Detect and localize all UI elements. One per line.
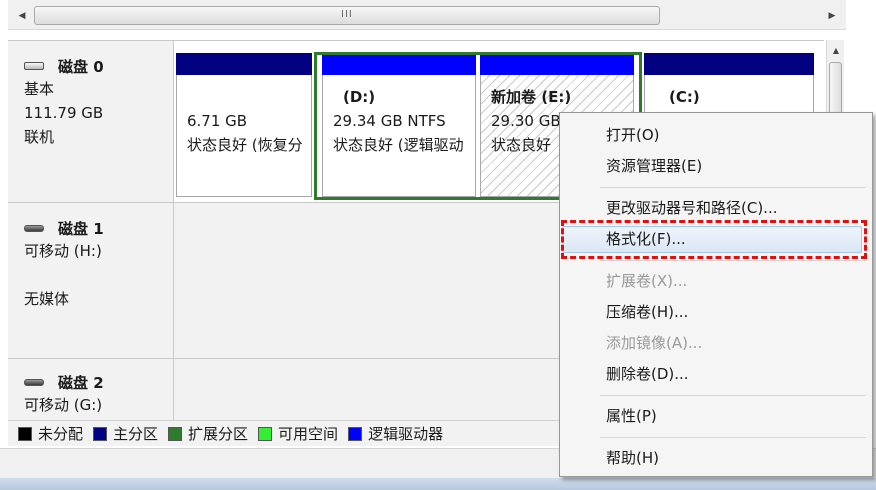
arrow-left-icon[interactable]: ◀	[12, 6, 32, 26]
menu-item-change-drive-letter[interactable]: 更改驱动器号和路径(C)...	[560, 193, 872, 224]
legend-label: 未分配	[38, 425, 84, 443]
taskbar-edge	[0, 478, 876, 490]
disk-type: 可移动 (G:)	[24, 396, 103, 414]
menu-item-extend-volume: 扩展卷(X)...	[606, 272, 688, 290]
legend-item-primary: 主分区	[93, 423, 158, 444]
legend-label: 逻辑驱动器	[368, 425, 444, 443]
arrow-right-icon[interactable]: ▶	[822, 6, 842, 26]
menu-separator	[600, 187, 866, 188]
disk-type: 可移动 (H:)	[24, 242, 102, 260]
menu-item-add-mirror: 添加镜像(A)...	[606, 334, 703, 352]
legend-label: 主分区	[113, 425, 159, 443]
partition-title	[187, 85, 301, 109]
horizontal-scroll-thumb[interactable]: III	[34, 6, 660, 25]
disk-status: 联机	[24, 128, 55, 146]
partition-bar	[480, 53, 634, 75]
legend-label: 扩展分区	[188, 425, 249, 443]
partition-body: 6.71 GB 状态良好 (恢复分	[176, 75, 312, 197]
arrow-up-icon[interactable]: ▲	[827, 42, 845, 60]
partition-status: 状态良好 (逻辑驱动	[333, 136, 464, 154]
legend-item-unallocated: 未分配	[18, 423, 83, 444]
disk-name: 磁盘 0	[58, 57, 104, 76]
partition-title: 新加卷 (E:)	[491, 88, 572, 106]
menu-item-shrink-volume[interactable]: 压缩卷(H)...	[560, 297, 872, 328]
partition-size: 6.71 GB	[187, 112, 248, 130]
legend-swatch	[348, 426, 363, 441]
partition-title: (C:)	[669, 88, 700, 106]
disk-status: 无媒体	[24, 290, 70, 308]
horizontal-scrollbar[interactable]: ◀ III ▶	[8, 0, 846, 30]
menu-item-delete-volume[interactable]: 删除卷(D)...	[560, 359, 872, 390]
legend-item-extended: 扩展分区	[168, 423, 248, 444]
disk-info-0[interactable]: 磁盘 0 基本 111.79 GB 联机	[8, 41, 174, 202]
legend-label: 可用空间	[278, 425, 339, 443]
partition-d[interactable]: (D:) 29.34 GB NTFS 状态良好 (逻辑驱动	[322, 53, 476, 197]
disk-info-2[interactable]: 磁盘 2 可移动 (G:)	[8, 359, 174, 421]
legend-swatch	[258, 426, 273, 441]
partition-status: 状态良好 (恢复分	[187, 136, 303, 154]
menu-item-format[interactable]: 格式化(F)...	[560, 224, 872, 255]
legend-item-free-space: 可用空间	[258, 423, 338, 444]
partition-bar	[322, 53, 476, 75]
partition-bar	[644, 53, 814, 75]
disk-type: 基本	[24, 80, 55, 98]
disk-name: 磁盘 1	[58, 219, 104, 238]
legend-swatch	[93, 426, 108, 441]
menu-item-explorer[interactable]: 资源管理器(E)	[560, 151, 872, 182]
disk-name: 磁盘 2	[58, 373, 104, 392]
disk-size: 111.79 GB	[24, 104, 104, 122]
menu-separator	[600, 260, 866, 261]
menu-item-help[interactable]: 帮助(H)	[560, 443, 872, 474]
scroll-grip: III	[341, 9, 353, 20]
legend-swatch	[168, 426, 183, 441]
legend-swatch	[18, 426, 32, 441]
removable-disk-icon	[24, 378, 44, 386]
partition-recovery[interactable]: 6.71 GB 状态良好 (恢复分	[176, 53, 312, 197]
menu-separator	[600, 437, 866, 438]
partition-body: (D:) 29.34 GB NTFS 状态良好 (逻辑驱动	[322, 75, 476, 197]
context-menu: 打开(O) 资源管理器(E) 更改驱动器号和路径(C)... 格式化(F)...…	[559, 112, 873, 477]
partition-bar	[176, 53, 312, 75]
removable-disk-icon	[24, 224, 44, 232]
hard-disk-icon	[24, 62, 44, 70]
menu-item-properties[interactable]: 属性(P)	[560, 401, 872, 432]
menu-item-open[interactable]: 打开(O)	[560, 120, 872, 151]
disk-size	[24, 263, 173, 287]
legend-item-logical: 逻辑驱动器	[348, 423, 443, 444]
partition-title: (D:)	[343, 88, 376, 106]
partition-size: 29.34 GB NTFS	[333, 112, 446, 130]
disk-info-1[interactable]: 磁盘 1 可移动 (H:) 无媒体	[8, 203, 174, 358]
menu-separator	[600, 395, 866, 396]
